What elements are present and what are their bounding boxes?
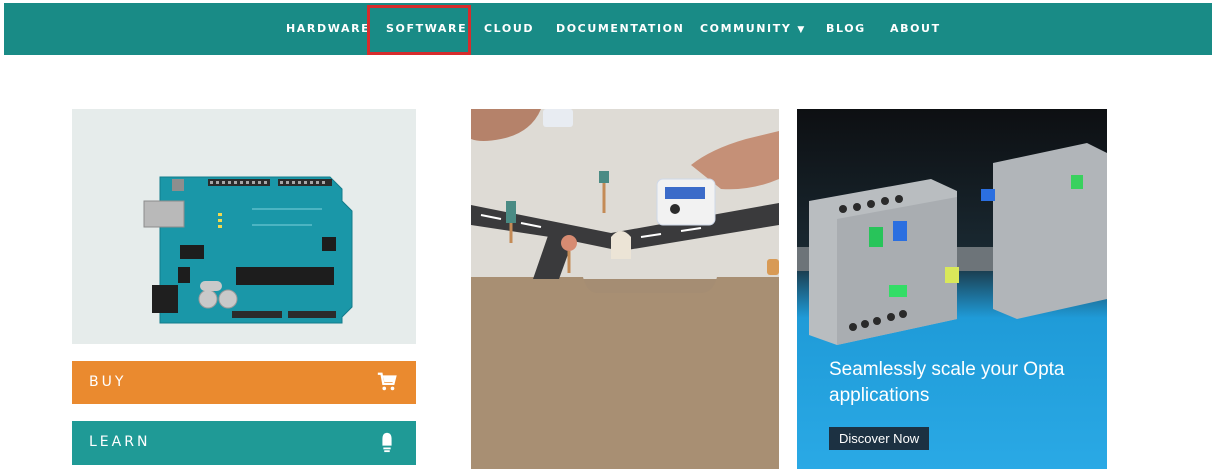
nav-item-about[interactable]: ABOUT xyxy=(890,3,941,55)
top-nav: HARDWARE SOFTWARE CLOUD DOCUMENTATION CO… xyxy=(4,3,1212,55)
nav-item-community[interactable]: COMMUNITY ▼ xyxy=(700,3,806,55)
education-photo-card[interactable] xyxy=(471,109,779,469)
shopping-cart-icon xyxy=(377,372,397,391)
nav-item-documentation[interactable]: DOCUMENTATION xyxy=(556,3,684,55)
learn-button[interactable]: LEARN xyxy=(72,421,416,465)
caret-down-icon: ▼ xyxy=(797,25,806,35)
software-highlight-box xyxy=(367,5,471,55)
board-card[interactable] xyxy=(72,109,416,344)
nav-item-community-label: COMMUNITY xyxy=(700,22,792,35)
discover-now-button[interactable]: Discover Now xyxy=(829,427,930,450)
learn-label: LEARN xyxy=(89,434,151,450)
promo-headline: Seamlessly scale your Opta applications xyxy=(829,359,1065,406)
opta-controller-photo xyxy=(797,109,1107,469)
opta-promo-card[interactable]: Seamlessly scale your Opta applications … xyxy=(797,109,1107,469)
buy-label: BUY xyxy=(89,374,127,390)
buy-button[interactable]: BUY xyxy=(72,361,416,404)
nav-item-cloud[interactable]: CLOUD xyxy=(484,3,534,55)
nav-item-blog[interactable]: BLOG xyxy=(826,3,866,55)
lightbulb-icon xyxy=(382,432,392,453)
robot-kit-photo xyxy=(471,109,779,469)
nav-item-hardware[interactable]: HARDWARE xyxy=(286,3,370,55)
arduino-board-illustration xyxy=(143,176,353,324)
